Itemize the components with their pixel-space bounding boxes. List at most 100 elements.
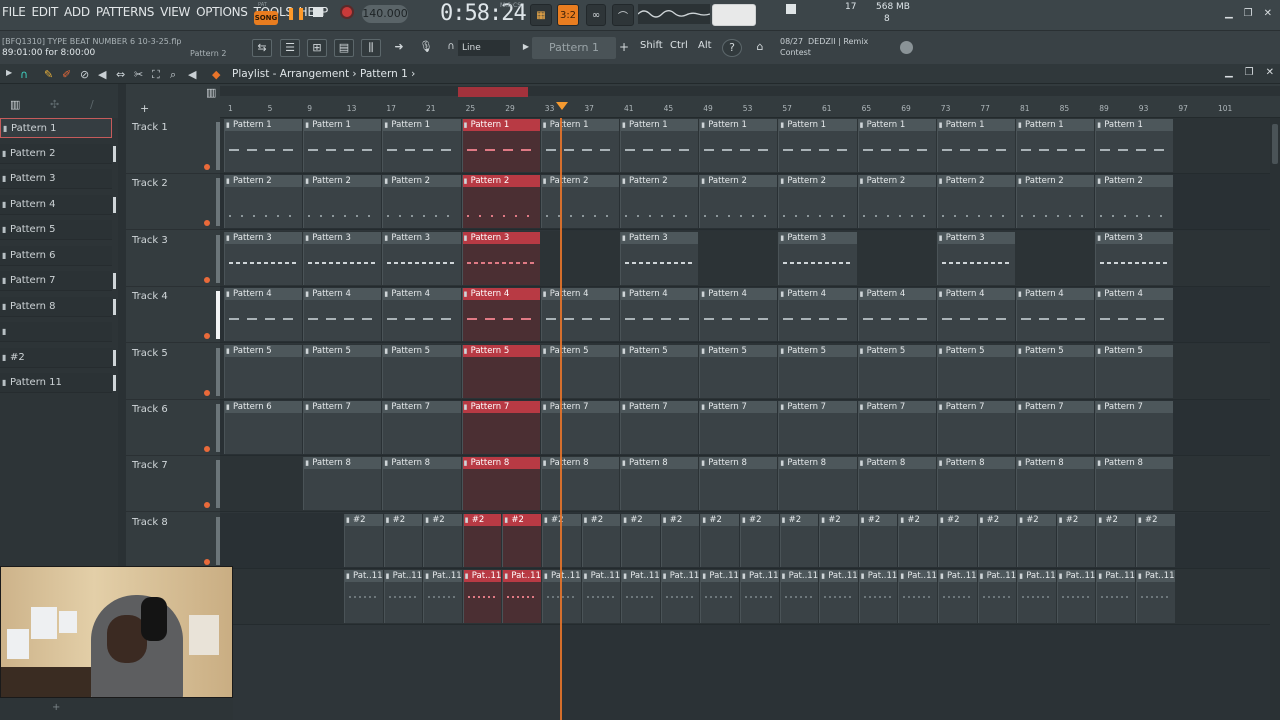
record-button[interactable] bbox=[340, 5, 354, 19]
pattern-clip[interactable]: Pattern 4 bbox=[303, 288, 382, 342]
pattern-clip[interactable]: #2 bbox=[502, 513, 541, 567]
pattern-clip[interactable]: Pattern 5 bbox=[382, 344, 461, 398]
track-led-icon[interactable] bbox=[204, 446, 210, 452]
pattern-clip[interactable]: Pattern 8 bbox=[540, 457, 619, 511]
playback-icon[interactable]: ◀ bbox=[188, 68, 196, 81]
pattern-clip[interactable]: Pattern 7 bbox=[778, 401, 857, 454]
pattern-clip[interactable]: Pattern 1 bbox=[540, 119, 619, 172]
minimize-icon[interactable]: ▁ bbox=[1225, 8, 1233, 19]
shift-key[interactable]: Shift bbox=[640, 40, 663, 51]
pattern-clip[interactable]: Pat..11 bbox=[383, 570, 423, 624]
pattern-clip[interactable]: Pattern 3 bbox=[620, 231, 699, 285]
pattern-clip[interactable]: #2 bbox=[1136, 513, 1175, 567]
pattern-clip[interactable]: Pat..11 bbox=[740, 570, 779, 624]
pattern-clip[interactable]: Pattern 5 bbox=[620, 344, 699, 398]
playlist-lane[interactable]: Pattern 4Pattern 4Pattern 4Pattern 4Patt… bbox=[220, 287, 1280, 344]
vertical-scrollbar[interactable] bbox=[1270, 118, 1280, 720]
pattern-clip[interactable]: Pattern 4 bbox=[382, 288, 461, 342]
pattern-clip[interactable]: Pattern 1 bbox=[620, 119, 699, 172]
pattern-clip[interactable]: #2 bbox=[621, 513, 660, 567]
pattern-clip[interactable]: Pattern 2 bbox=[303, 175, 382, 229]
pattern-clip[interactable]: Pattern 7 bbox=[936, 401, 1015, 454]
pattern-clip[interactable]: Pattern 8 bbox=[461, 457, 540, 511]
piano-roll-icon[interactable]: ⊞ bbox=[307, 39, 327, 57]
pattern-clip[interactable]: Pattern 5 bbox=[1095, 344, 1174, 398]
track-header[interactable]: Track 7 bbox=[126, 456, 220, 513]
track-led-icon[interactable] bbox=[204, 389, 210, 396]
pattern-clip[interactable]: Pattern 4 bbox=[1095, 288, 1174, 342]
pattern-clip[interactable]: Pattern 1 bbox=[699, 119, 778, 172]
pattern-clip[interactable]: #2 bbox=[779, 513, 819, 567]
breadcrumb[interactable]: Playlist - Arrangement › Pattern 1 › bbox=[232, 68, 415, 80]
pattern-clip[interactable]: #2 bbox=[898, 513, 937, 567]
playlist-lane[interactable]: Pattern 5Pattern 5Pattern 5Pattern 5Patt… bbox=[220, 343, 1280, 400]
playlist-grid[interactable]: Pattern 1Pattern 1Pattern 1Pattern 1Patt… bbox=[220, 118, 1280, 720]
pattern-clip[interactable]: Pattern 2 bbox=[936, 175, 1015, 229]
picker-item[interactable]: Pattern 3 bbox=[0, 169, 112, 189]
pattern-clip[interactable]: Pattern 2 bbox=[620, 175, 699, 229]
playlist-icon[interactable]: ☰ bbox=[280, 39, 300, 57]
track-header[interactable]: Track 5 bbox=[126, 344, 220, 400]
pattern-clip[interactable]: Pattern 8 bbox=[1095, 457, 1174, 511]
menu-file[interactable]: FILE bbox=[2, 5, 26, 19]
tempo-display[interactable]: 140.000 bbox=[362, 5, 408, 23]
delete-icon[interactable]: ⊘ bbox=[80, 68, 89, 81]
pattern-clip[interactable]: Pat..11 bbox=[344, 570, 383, 624]
picker-item[interactable]: Pattern 7 bbox=[0, 271, 116, 291]
pattern-clip[interactable]: Pattern 2 bbox=[382, 175, 461, 229]
pattern-clip[interactable]: Pattern 1 bbox=[778, 119, 857, 172]
pattern-clip[interactable]: Pattern 5 bbox=[1016, 344, 1095, 398]
pattern-clip[interactable]: Pattern 1 bbox=[461, 119, 540, 172]
pattern-clip[interactable]: Pattern 4 bbox=[857, 288, 936, 342]
pattern-clip[interactable]: Pattern 7 bbox=[1095, 401, 1174, 454]
cart-icon[interactable]: ⌂ bbox=[750, 39, 770, 57]
loop-region[interactable] bbox=[458, 87, 528, 97]
volume-meter[interactable] bbox=[712, 4, 756, 26]
pattern-clip[interactable]: Pattern 7 bbox=[620, 401, 699, 454]
pattern-clip[interactable]: Pattern 2 bbox=[540, 175, 619, 229]
news-subtitle[interactable]: Contest bbox=[780, 48, 811, 57]
track-led-icon[interactable] bbox=[204, 333, 210, 340]
playlist-lane[interactable]: Pattern 1Pattern 1Pattern 1Pattern 1Patt… bbox=[220, 118, 1280, 174]
picker-item[interactable] bbox=[0, 322, 112, 342]
picker-item[interactable]: Pattern 6 bbox=[0, 245, 112, 266]
pattern-clip[interactable]: Pattern 2 bbox=[778, 175, 857, 229]
pattern-clip[interactable]: Pattern 1 bbox=[936, 119, 1015, 172]
pattern-clip[interactable]: #2 bbox=[858, 513, 898, 567]
pattern-clip[interactable]: #2 bbox=[700, 513, 739, 567]
minimize-icon[interactable]: ▁ bbox=[1225, 67, 1233, 78]
slip-icon[interactable]: ⇔ bbox=[116, 68, 125, 81]
track-header[interactable]: Track 2 bbox=[126, 174, 220, 231]
pattern-clip[interactable]: Pat..11 bbox=[779, 570, 819, 624]
pattern-clip[interactable]: Pattern 2 bbox=[1095, 175, 1174, 229]
picker-item[interactable]: Pattern 5 bbox=[0, 220, 112, 240]
pattern-clip[interactable]: Pattern 1 bbox=[224, 119, 303, 172]
pattern-clip[interactable]: Pattern 8 bbox=[620, 457, 699, 511]
pattern-clip[interactable]: Pattern 7 bbox=[1016, 401, 1095, 454]
maximize-icon[interactable]: ❐ bbox=[1244, 8, 1253, 19]
close-icon[interactable]: ✕ bbox=[1264, 8, 1272, 19]
piano-icon[interactable]: ▥ bbox=[10, 98, 20, 111]
pattern-clip[interactable]: Pattern 3 bbox=[224, 231, 303, 285]
pattern-clip[interactable]: #2 bbox=[819, 513, 858, 567]
pattern-clip[interactable]: #2 bbox=[1096, 513, 1135, 567]
pattern-clip[interactable]: Pattern 5 bbox=[936, 344, 1015, 398]
globe-icon[interactable] bbox=[900, 41, 913, 54]
pattern-clip[interactable]: Pattern 7 bbox=[857, 401, 936, 454]
playlist-lane[interactable]: Pattern 3Pattern 3Pattern 3Pattern 3Patt… bbox=[220, 230, 1280, 287]
arrow-right-icon[interactable]: ➜ bbox=[389, 39, 409, 57]
playlist-lane[interactable]: Pattern 2Pattern 2Pattern 2Pattern 2Patt… bbox=[220, 174, 1280, 231]
song-mode-toggle[interactable]: SONG bbox=[254, 11, 278, 25]
pattern-clip[interactable]: Pat..11 bbox=[1096, 570, 1135, 624]
microphone-icon[interactable]: 🎙 bbox=[416, 39, 436, 57]
pattern-clip[interactable]: Pat..11 bbox=[660, 570, 700, 624]
pattern-clip[interactable]: Pattern 3 bbox=[303, 231, 382, 285]
add-icon[interactable]: + bbox=[52, 702, 60, 713]
close-icon[interactable]: ✕ bbox=[1266, 67, 1274, 78]
pattern-clip[interactable]: Pattern 8 bbox=[699, 457, 778, 511]
pattern-clip[interactable]: Pattern 8 bbox=[303, 457, 382, 511]
track-header[interactable]: Track 1 bbox=[126, 118, 220, 174]
pattern-clip[interactable]: Pat..11 bbox=[819, 570, 858, 624]
pattern-clip[interactable]: Pattern 7 bbox=[303, 401, 382, 454]
track-header[interactable]: Track 6 bbox=[126, 400, 220, 456]
